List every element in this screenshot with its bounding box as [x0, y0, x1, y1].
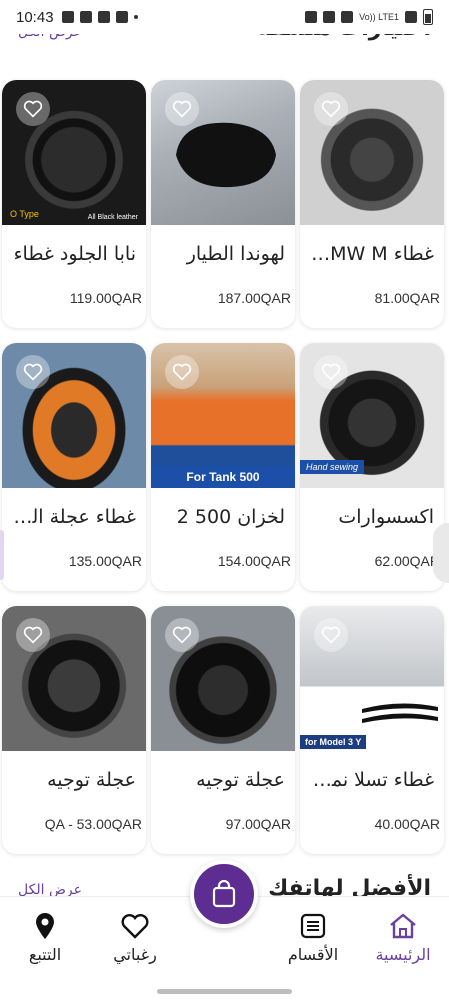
product-price: QA - 53.00QAR: [44, 816, 142, 832]
product-title[interactable]: غطاء عجلة القيادة: [2, 506, 146, 528]
product-title[interactable]: غطاء BMW M الرياضي: [300, 243, 444, 265]
product-price: 154.00QAR: [217, 553, 291, 569]
product-card[interactable]: غطاء عجلة القيادة 135.00QAR: [2, 343, 146, 591]
more-dot-icon: [133, 15, 138, 19]
nav-wishlist-label: رغباتي: [113, 945, 157, 964]
cart-button[interactable]: [190, 860, 258, 928]
signal-icon: [405, 11, 417, 23]
nav-home[interactable]: الرئيسية: [358, 911, 448, 964]
nav-wishlist[interactable]: رغباتي: [90, 911, 180, 964]
product-badge: O Type: [10, 209, 39, 219]
heart-icon[interactable]: [16, 92, 50, 126]
product-price: 81.00QAR: [374, 290, 440, 306]
product-badge-2: All Black leather: [87, 214, 138, 221]
notification-icon: [61, 11, 74, 23]
notification-icons: [61, 11, 138, 23]
product-title[interactable]: عجلة توجيه: [151, 769, 295, 791]
list-icon: [268, 911, 358, 941]
product-card[interactable]: for Model 3 Y غطاء تسلا نموذج 40.00QAR: [300, 606, 444, 854]
product-card[interactable]: لهوندا الطيار 187.00QAR: [151, 80, 295, 328]
product-banner: Hand sewing: [300, 460, 365, 474]
product-price: 62.00QAR: [374, 553, 440, 569]
product-price: 187.00QAR: [217, 290, 291, 306]
product-image[interactable]: Hand sewing: [300, 343, 444, 488]
mute-icon: [323, 11, 336, 23]
scroll-edge-left: [0, 530, 4, 580]
trim-strip-image: [362, 703, 438, 723]
home-indicator: [157, 989, 292, 994]
alarm-icon: [305, 11, 318, 23]
scroll-edge-right[interactable]: [433, 523, 449, 583]
product-card[interactable]: For Tank 500 لخزان 500 2 154.00QAR: [151, 343, 295, 591]
product-price: 97.00QAR: [225, 816, 291, 832]
heart-icon[interactable]: [165, 355, 199, 389]
product-image[interactable]: [151, 606, 295, 751]
product-price: 40.00QAR: [374, 816, 440, 832]
heart-icon[interactable]: [314, 618, 348, 652]
product-image[interactable]: [2, 343, 146, 488]
nav-tracking-label: التتبع: [28, 945, 62, 964]
home-icon: [358, 911, 448, 941]
product-price: 135.00QAR: [68, 553, 142, 569]
product-image[interactable]: [300, 80, 444, 225]
status-bar: 10:43 Vo)) LTE1: [0, 0, 449, 34]
nav-tracking[interactable]: التتبع: [0, 911, 90, 964]
product-title[interactable]: نابا الجلود غطاء: [2, 243, 146, 265]
product-card[interactable]: عجلة توجيه QA - 53.00QAR: [2, 606, 146, 854]
product-image[interactable]: [2, 606, 146, 751]
heart-outline-icon: [90, 911, 180, 941]
lower-section-title: الأفضل لهاتفك: [268, 876, 431, 898]
product-title[interactable]: لخزان 500 2: [151, 506, 295, 528]
status-right-icons: Vo)) LTE1: [305, 9, 433, 25]
heart-icon[interactable]: [165, 618, 199, 652]
product-card[interactable]: عجلة توجيه 97.00QAR: [151, 606, 295, 854]
product-title[interactable]: لهوندا الطيار: [151, 243, 295, 265]
product-card[interactable]: O Type All Black leather نابا الجلود غطا…: [2, 80, 146, 328]
product-image[interactable]: O Type All Black leather: [2, 80, 146, 225]
product-image[interactable]: For Tank 500: [151, 343, 295, 488]
product-title[interactable]: غطاء تسلا نموذج: [300, 769, 444, 791]
heart-icon[interactable]: [314, 355, 348, 389]
location-pin-icon: [0, 911, 90, 941]
heart-icon[interactable]: [16, 618, 50, 652]
message-icon: [97, 11, 110, 23]
nav-categories[interactable]: الأقسام: [268, 911, 358, 964]
product-banner: For Tank 500: [151, 466, 295, 488]
gallery-icon: [79, 11, 92, 23]
product-banner: for Model 3 Y: [300, 735, 367, 749]
product-image[interactable]: for Model 3 Y: [300, 606, 444, 751]
heart-icon[interactable]: [314, 92, 348, 126]
wifi-icon: [341, 11, 354, 23]
product-card[interactable]: Hand sewing اكسسوارات 62.00QAR: [300, 343, 444, 591]
mirror-cover-image: [176, 122, 276, 188]
product-title[interactable]: اكسسوارات: [300, 506, 444, 528]
product-title[interactable]: عجلة توجيه: [2, 769, 146, 791]
product-card[interactable]: غطاء BMW M الرياضي 81.00QAR: [300, 80, 444, 328]
product-price: 119.00QAR: [69, 290, 142, 306]
battery-icon: [423, 9, 433, 25]
bell-icon: [115, 11, 128, 23]
heart-icon[interactable]: [16, 355, 50, 389]
shopping-bag-icon: [212, 880, 236, 908]
nav-categories-label: الأقسام: [287, 945, 339, 964]
status-time: 10:43: [16, 8, 54, 26]
nav-home-label: الرئيسية: [375, 945, 431, 964]
network-label: Vo)) LTE1: [359, 12, 399, 22]
product-image[interactable]: [151, 80, 295, 225]
